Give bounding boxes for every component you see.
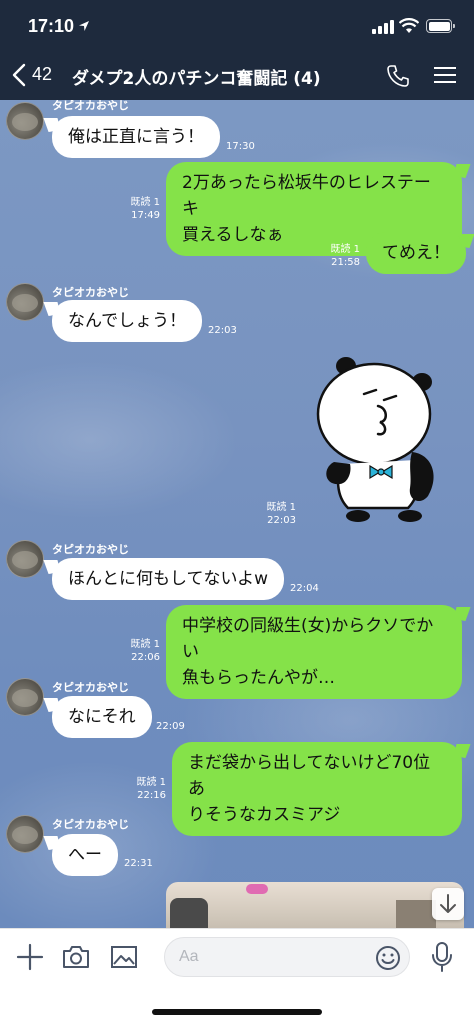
plus-icon[interactable] — [16, 943, 44, 971]
hamburger-menu-icon[interactable] — [434, 66, 456, 84]
message-line: りそうなカスミアジ — [188, 805, 341, 825]
message-time: 17:30 — [226, 141, 255, 152]
phone-icon[interactable] — [386, 64, 410, 88]
message-input[interactable] — [179, 944, 369, 970]
chat-title: ダメプ2人のパチンコ奮闘記 (4) — [72, 69, 321, 89]
emoji-icon[interactable] — [375, 945, 401, 971]
message-time: 22:04 — [290, 583, 319, 594]
message-time: 22:03 — [267, 515, 296, 526]
avatar[interactable] — [6, 283, 44, 321]
avatar[interactable] — [6, 102, 44, 140]
home-indicator — [152, 1009, 322, 1015]
message-time: 22:16 — [137, 790, 166, 801]
message-time: 21:58 — [331, 257, 360, 268]
avatar[interactable] — [6, 678, 44, 716]
avatar[interactable] — [6, 540, 44, 578]
photo-message[interactable] — [166, 882, 464, 928]
back-unread-count[interactable]: 42 — [32, 64, 52, 85]
chat-area[interactable]: タピオカおやじ 俺は正直に言う！ 17:30 2万あったら松坂牛のヒレステーキ … — [0, 100, 474, 928]
top-bar: 17:10 42 ダメプ2人のパチンコ奮闘記 (4) — [0, 0, 474, 100]
panda-sticker[interactable] — [312, 356, 444, 522]
camera-icon[interactable] — [62, 945, 90, 969]
message-bubble-outgoing[interactable]: 中学校の同級生(女)からクソでかい 魚もらったんやが… — [166, 605, 462, 699]
read-receipt: 既読 1 — [130, 197, 160, 208]
sender-name: タピオカおやじ — [52, 100, 129, 112]
message-bubble-outgoing[interactable]: てめえ！ — [366, 232, 466, 274]
microphone-icon[interactable] — [430, 941, 454, 973]
message-bubble-incoming[interactable]: なにそれ — [52, 696, 152, 738]
read-receipt: 既読 1 — [266, 502, 296, 513]
message-bubble-incoming[interactable]: へー — [52, 834, 118, 876]
read-receipt: 既読 1 — [136, 777, 166, 788]
message-time: 17:49 — [131, 210, 160, 221]
status-time: 17:10 — [28, 16, 75, 36]
scroll-to-bottom-button[interactable] — [432, 888, 464, 920]
read-receipt: 既読 1 — [330, 244, 360, 255]
cellular-signal-icon — [372, 20, 394, 34]
message-time: 22:09 — [156, 721, 185, 732]
location-arrow-icon — [79, 21, 89, 31]
sender-name: タピオカおやじ — [52, 681, 129, 694]
image-icon[interactable] — [110, 945, 138, 969]
arrow-down-icon — [440, 894, 456, 913]
sender-name: タピオカおやじ — [52, 818, 129, 831]
message-time: 22:31 — [124, 858, 153, 869]
sender-name: タピオカおやじ — [52, 543, 129, 556]
message-line: 魚もらったんやが… — [182, 668, 335, 688]
message-line: まだ袋から出してないけど70位あ — [188, 753, 431, 799]
message-bubble-incoming[interactable]: 俺は正直に言う！ — [52, 116, 220, 158]
sender-name: タピオカおやじ — [52, 286, 129, 299]
message-time: 22:03 — [208, 325, 237, 336]
message-time: 22:06 — [131, 652, 160, 663]
input-bar — [0, 928, 474, 1024]
chevron-left-icon[interactable] — [10, 62, 28, 88]
read-receipt: 既読 1 — [130, 639, 160, 650]
message-bubble-incoming[interactable]: なんでしょう！ — [52, 300, 203, 342]
message-bubble-outgoing[interactable]: まだ袋から出してないけど70位あ りそうなカスミアジ — [172, 742, 462, 836]
message-input-field[interactable] — [164, 937, 410, 977]
wifi-icon — [399, 18, 419, 33]
avatar[interactable] — [6, 815, 44, 853]
message-line: 2万あったら松坂牛のヒレステーキ — [182, 173, 431, 219]
message-bubble-incoming[interactable]: ほんとに何もしてないよw — [52, 558, 285, 600]
battery-icon — [426, 19, 455, 33]
message-line: 中学校の同級生(女)からクソでかい — [182, 616, 434, 662]
